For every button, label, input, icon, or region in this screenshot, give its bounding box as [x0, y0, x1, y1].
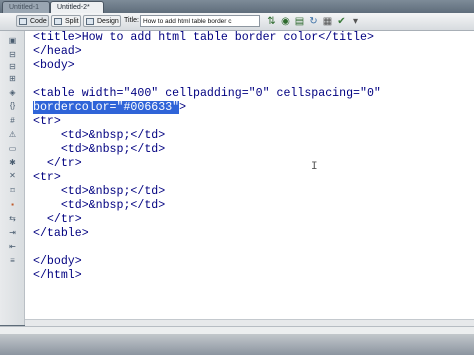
file-management-icon[interactable]: ⇅ [266, 16, 277, 27]
format-source-icon[interactable]: ≡ [8, 257, 17, 265]
preview-icon[interactable]: ◉ [280, 16, 291, 27]
move-css-icon[interactable]: ⇆ [8, 215, 17, 223]
code-line-6-rest: > [179, 101, 187, 114]
indent-code-icon[interactable]: ⇥ [8, 229, 17, 237]
design-view-button[interactable]: Design [83, 15, 121, 27]
selected-code: bordercolor="#006633" [33, 101, 180, 114]
view-options-icon[interactable]: ▤ [294, 16, 305, 27]
code-line-15: </table> [33, 227, 89, 240]
code-line-18: </html> [33, 269, 82, 282]
apply-comment-icon[interactable]: ✱ [8, 159, 17, 167]
refresh-icon[interactable]: ↻ [308, 16, 319, 27]
code-line-2: </head> [33, 45, 82, 58]
design-view-label: Design [97, 18, 119, 25]
select-parent-tag-icon[interactable]: ◈ [8, 89, 17, 97]
outdent-code-icon[interactable]: ⇤ [8, 243, 17, 251]
horizontal-scrollbar[interactable] [25, 319, 474, 326]
code-line-8: <td>&nbsp;</td> [33, 129, 166, 142]
open-documents-icon[interactable]: ▣ [8, 37, 17, 45]
code-line-5: <table width="400" cellpadding="0" cells… [33, 87, 381, 100]
code-view-label: Code [30, 18, 47, 25]
code-view-button[interactable]: Code [16, 15, 49, 27]
visual-aids-icon[interactable]: ▦ [322, 16, 333, 27]
background-area [0, 334, 474, 355]
collapse-selection-icon[interactable]: ⊟ [8, 63, 17, 71]
mouse-ibeam-cursor: I [311, 161, 318, 173]
code-line-10: </tr> [33, 157, 82, 170]
code-line-9: <td>&nbsp;</td> [33, 143, 166, 156]
code-line-6: bordercolor="#006633"> [33, 101, 186, 115]
code-editor[interactable]: <title>How to add html table border colo… [25, 31, 474, 319]
line-numbers-icon[interactable]: # [8, 117, 17, 125]
highlight-invalid-code-icon[interactable]: ⚠ [8, 131, 17, 139]
split-view-button[interactable]: Split [51, 15, 81, 27]
code-line-1: <title>How to add html table border colo… [33, 31, 374, 44]
title-label: Title: [124, 17, 139, 24]
collapse-tag-icon[interactable]: ⊟ [8, 51, 17, 59]
remove-comment-icon[interactable]: ✕ [8, 172, 17, 180]
check-page-icon[interactable]: ▾ [350, 16, 361, 27]
split-view-icon [54, 18, 62, 25]
code-line-12: <td>&nbsp;</td> [33, 185, 166, 198]
wrap-tag-icon[interactable]: ⌑ [8, 187, 17, 195]
validate-icon[interactable]: ✔ [336, 16, 347, 27]
code-line-7: <tr> [33, 115, 61, 128]
balance-braces-icon[interactable]: {} [8, 102, 17, 110]
coding-toolbar: ▣ ⊟ ⊟ ⊞ ◈ {} # ⚠ ▭ ✱ ✕ ⌑ ▪ ⇆ ⇥ ⇤ ≡ [0, 31, 25, 325]
code-line-13: <td>&nbsp;</td> [33, 199, 166, 212]
recent-snippets-icon[interactable]: ▪ [8, 201, 17, 209]
document-tab-strip: Untitled-1 Untitled-2* [0, 0, 474, 14]
document-toolbar: Code Split Design Title: ⇅ ◉ ▤ ↻ ▦ ✔ ▾ [0, 13, 474, 31]
syntax-coloring-icon[interactable]: ▭ [8, 145, 17, 153]
page-title-input[interactable] [140, 15, 260, 27]
code-line-11: <tr> [33, 171, 61, 184]
split-view-label: Split [65, 18, 79, 25]
design-view-icon [86, 18, 94, 25]
code-line-3: <body> [33, 59, 75, 72]
code-view-icon [19, 18, 27, 25]
code-line-17: </body> [33, 255, 82, 268]
expand-all-icon[interactable]: ⊞ [8, 75, 17, 83]
code-line-14: </tr> [33, 213, 82, 226]
status-bar [0, 326, 474, 334]
